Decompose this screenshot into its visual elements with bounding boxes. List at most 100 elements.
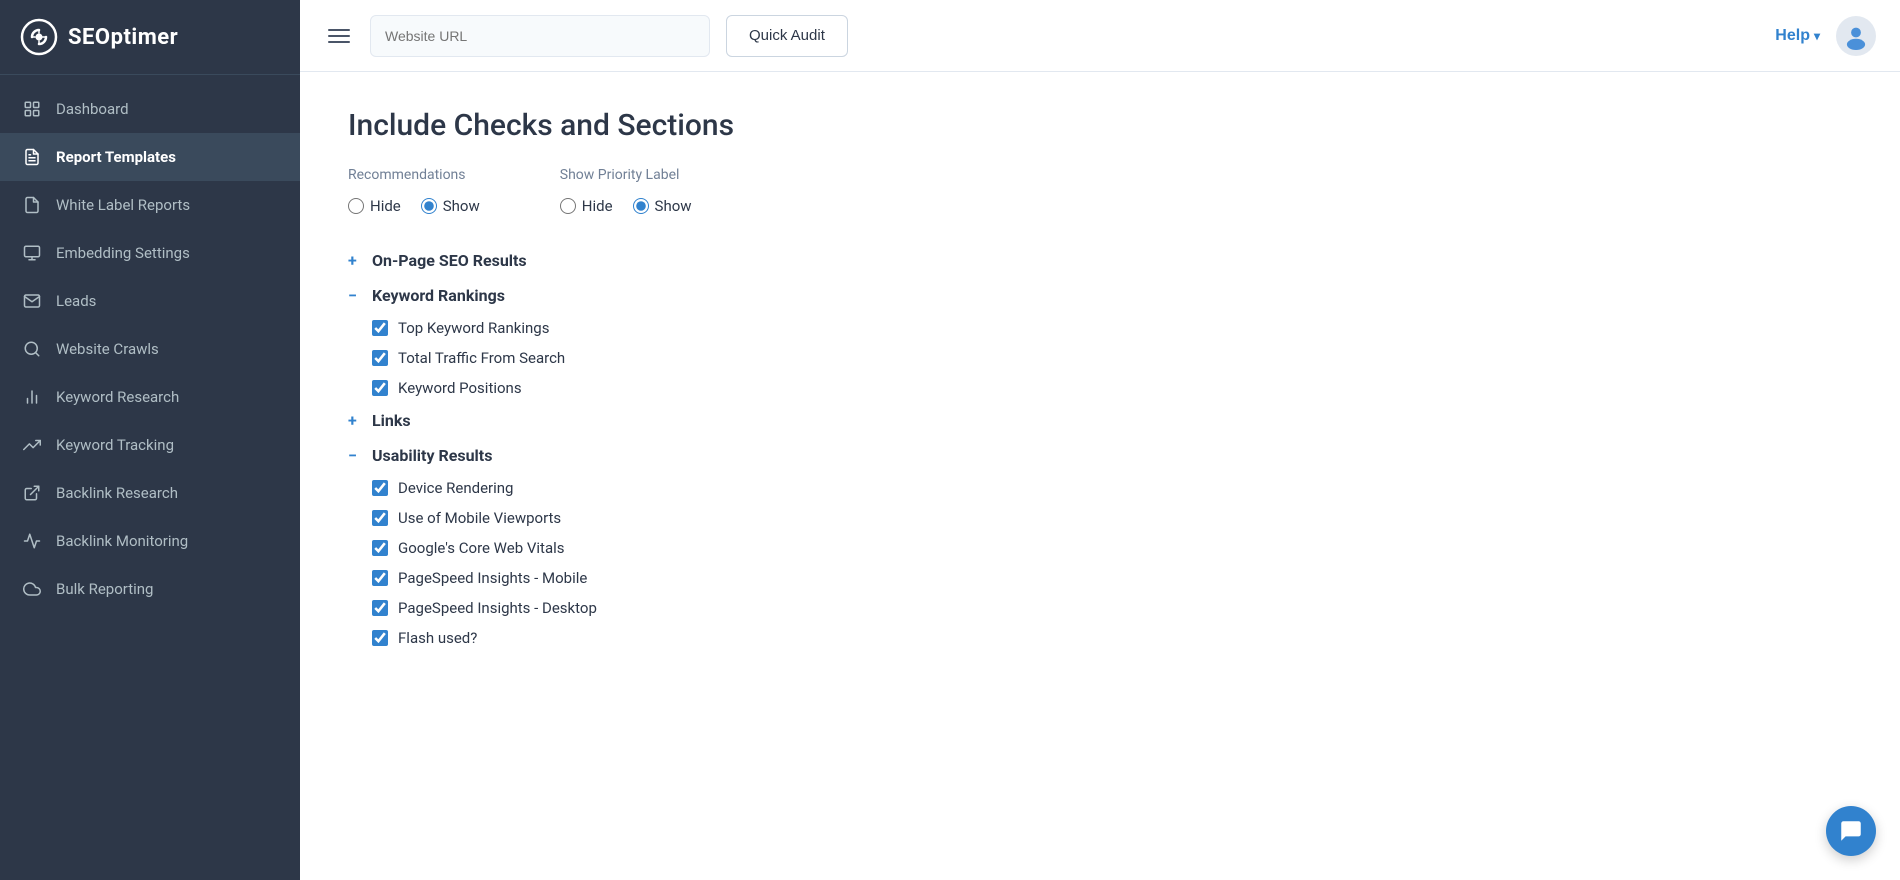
hamburger-button[interactable] [324, 25, 354, 47]
sidebar-item-label: Leads [56, 292, 96, 310]
recommendations-show-radio[interactable] [421, 198, 437, 214]
check-label: Total Traffic From Search [398, 349, 565, 367]
help-label: Help [1775, 27, 1810, 45]
external-link-icon [22, 483, 42, 503]
seoptimer-logo-icon [20, 18, 58, 56]
sidebar-item-label: Website Crawls [56, 340, 159, 358]
sidebar: SEOptimer Dashboard Report Templates Whi… [0, 0, 300, 880]
priority-show-option[interactable]: Show [633, 197, 692, 215]
check-core-web-vitals[interactable]: Google's Core Web Vitals [348, 533, 1852, 563]
sidebar-item-embedding-settings[interactable]: Embedding Settings [0, 229, 300, 277]
checkbox-core-web-vitals[interactable] [372, 540, 388, 556]
sidebar-item-label: Dashboard [56, 100, 129, 118]
checkbox-top-keyword-rankings[interactable] [372, 320, 388, 336]
file-icon [22, 195, 42, 215]
section-on-page-seo[interactable]: + On-Page SEO Results [348, 243, 1852, 278]
file-edit-icon [22, 147, 42, 167]
sidebar-item-label: White Label Reports [56, 196, 190, 214]
checkbox-keyword-positions[interactable] [372, 380, 388, 396]
help-button[interactable]: Help ▾ [1775, 27, 1820, 45]
sidebar-item-keyword-research[interactable]: Keyword Research [0, 373, 300, 421]
monitor-icon [22, 243, 42, 263]
check-label: Device Rendering [398, 479, 513, 497]
checkbox-pagespeed-desktop[interactable] [372, 600, 388, 616]
check-pagespeed-mobile[interactable]: PageSpeed Insights - Mobile [348, 563, 1852, 593]
quick-audit-button[interactable]: Quick Audit [726, 15, 848, 57]
sidebar-item-keyword-tracking[interactable]: Keyword Tracking [0, 421, 300, 469]
chevron-down-icon: ▾ [1814, 29, 1820, 43]
check-flash-used[interactable]: Flash used? [348, 623, 1852, 653]
sidebar-item-label: Keyword Research [56, 388, 179, 406]
cloud-icon [22, 579, 42, 599]
check-device-rendering[interactable]: Device Rendering [348, 473, 1852, 503]
user-avatar-button[interactable] [1836, 16, 1876, 56]
top-header: Quick Audit Help ▾ [300, 0, 1900, 72]
sidebar-item-report-templates[interactable]: Report Templates [0, 133, 300, 181]
sidebar-item-label: Embedding Settings [56, 244, 190, 262]
check-label: PageSpeed Insights - Desktop [398, 599, 597, 617]
check-label: Flash used? [398, 629, 477, 647]
priority-show-radio[interactable] [633, 198, 649, 214]
check-label: Use of Mobile Viewports [398, 509, 561, 527]
priority-radio-group: Hide Show [560, 197, 692, 215]
section-keyword-rankings[interactable]: − Keyword Rankings [348, 278, 1852, 313]
check-label: Keyword Positions [398, 379, 522, 397]
check-total-traffic[interactable]: Total Traffic From Search [348, 343, 1852, 373]
priority-label-text: Show Priority Label [560, 167, 692, 183]
hamburger-line [328, 41, 350, 43]
check-label: Google's Core Web Vitals [398, 539, 565, 557]
sidebar-item-backlink-research[interactable]: Backlink Research [0, 469, 300, 517]
section-links[interactable]: + Links [348, 403, 1852, 438]
hide-label: Hide [370, 197, 401, 215]
sidebar-item-backlink-monitoring[interactable]: Backlink Monitoring [0, 517, 300, 565]
recommendations-hide-option[interactable]: Hide [348, 197, 401, 215]
checkbox-device-rendering[interactable] [372, 480, 388, 496]
sidebar-item-dashboard[interactable]: Dashboard [0, 85, 300, 133]
expand-icon: + [348, 251, 364, 270]
recommendations-option: Recommendations Hide Show [348, 167, 480, 215]
sidebar-item-label: Backlink Monitoring [56, 532, 188, 550]
sidebar-item-label: Bulk Reporting [56, 580, 153, 598]
mail-icon [22, 291, 42, 311]
checkbox-flash-used[interactable] [372, 630, 388, 646]
activity-icon [22, 531, 42, 551]
check-keyword-positions[interactable]: Keyword Positions [348, 373, 1852, 403]
checkbox-total-traffic[interactable] [372, 350, 388, 366]
sidebar-navigation: Dashboard Report Templates White Label R… [0, 75, 300, 880]
show-label: Show [655, 197, 692, 215]
trending-up-icon [22, 435, 42, 455]
sidebar-item-label: Keyword Tracking [56, 436, 174, 454]
check-mobile-viewports[interactable]: Use of Mobile Viewports [348, 503, 1852, 533]
section-usability-results[interactable]: − Usability Results [348, 438, 1852, 473]
expand-icon: + [348, 411, 364, 430]
section-title-keyword-rankings: Keyword Rankings [372, 286, 505, 305]
collapse-icon: − [348, 446, 364, 465]
sidebar-item-bulk-reporting[interactable]: Bulk Reporting [0, 565, 300, 613]
priority-hide-option[interactable]: Hide [560, 197, 613, 215]
check-label: PageSpeed Insights - Mobile [398, 569, 587, 587]
sidebar-item-label: Report Templates [56, 148, 176, 166]
recommendations-hide-radio[interactable] [348, 198, 364, 214]
sidebar-item-leads[interactable]: Leads [0, 277, 300, 325]
priority-hide-radio[interactable] [560, 198, 576, 214]
checkbox-pagespeed-mobile[interactable] [372, 570, 388, 586]
collapse-icon: − [348, 286, 364, 305]
check-top-keyword-rankings[interactable]: Top Keyword Rankings [348, 313, 1852, 343]
show-label: Show [443, 197, 480, 215]
recommendations-show-option[interactable]: Show [421, 197, 480, 215]
check-label: Top Keyword Rankings [398, 319, 549, 337]
check-pagespeed-desktop[interactable]: PageSpeed Insights - Desktop [348, 593, 1852, 623]
bar-chart-icon [22, 387, 42, 407]
chat-bubble-button[interactable] [1826, 806, 1876, 856]
sidebar-item-label: Backlink Research [56, 484, 178, 502]
section-title-usability-results: Usability Results [372, 446, 492, 465]
website-url-input[interactable] [370, 15, 710, 57]
grid-icon [22, 99, 42, 119]
sidebar-item-white-label-reports[interactable]: White Label Reports [0, 181, 300, 229]
recommendations-radio-group: Hide Show [348, 197, 480, 215]
options-row: Recommendations Hide Show Show Priority … [348, 167, 1852, 215]
main-content: Include Checks and Sections Recommendati… [300, 72, 1900, 880]
checkbox-mobile-viewports[interactable] [372, 510, 388, 526]
sidebar-item-website-crawls[interactable]: Website Crawls [0, 325, 300, 373]
main-area: Quick Audit Help ▾ Include Checks and Se… [300, 0, 1900, 880]
